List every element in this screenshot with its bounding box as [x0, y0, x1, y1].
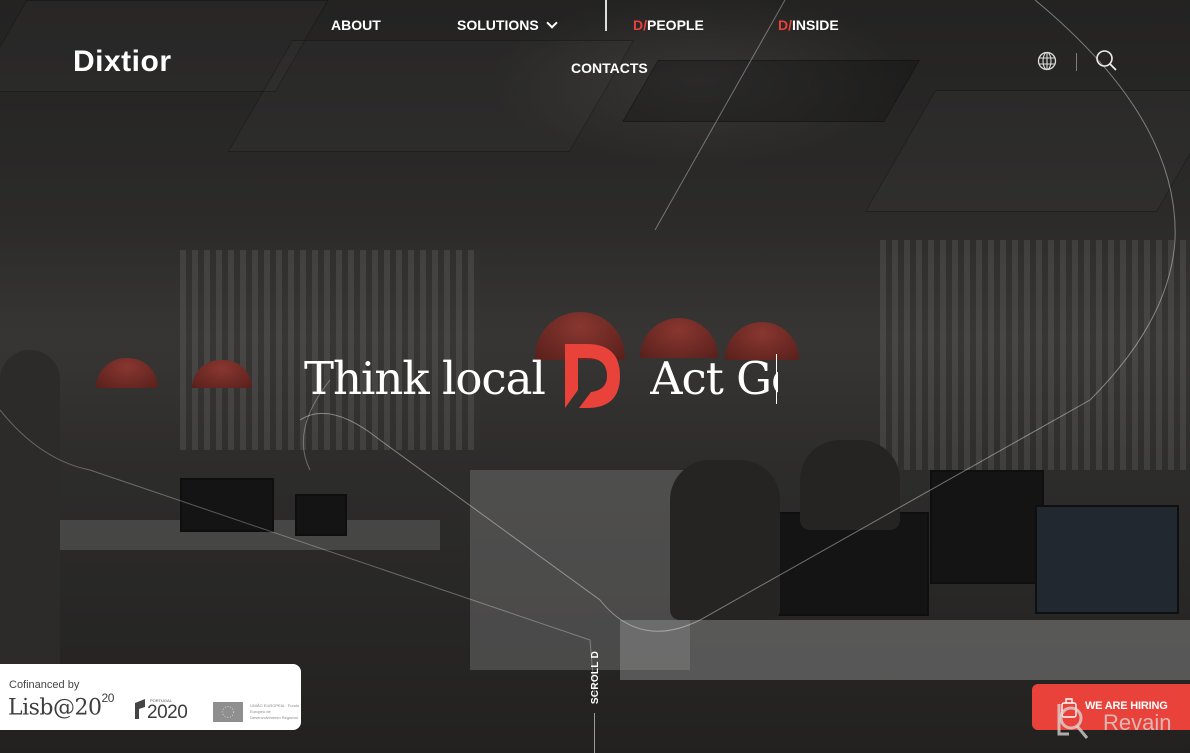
search-button[interactable] — [1095, 49, 1119, 78]
tagline-left: Think local — [304, 352, 546, 405]
lisboa2020-logo: Lisb@2020 — [8, 691, 114, 721]
dixtior-logo[interactable]: Dixtior — [73, 45, 172, 79]
revain-text: Revain — [1103, 710, 1172, 735]
nav-d-inside[interactable]: D/INSIDE — [778, 17, 839, 33]
search-icon — [1096, 50, 1117, 71]
nav-about-label: ABOUT — [331, 17, 381, 33]
nav-prefix: D/ — [778, 17, 792, 33]
nav-inside-label: INSIDE — [792, 17, 839, 33]
cofinanced-label: Cofinanced by — [9, 679, 80, 691]
chevron-down-icon — [546, 17, 558, 29]
nav-solutions-label: SOLUTIONS — [457, 17, 539, 33]
nav-contacts[interactable]: CONTACTS — [571, 60, 648, 76]
typing-cursor — [776, 354, 777, 404]
nav-about[interactable]: ABOUT — [331, 17, 381, 33]
cofinanced-banner: Cofinanced by Lisb@2020 PORTUGAL 2020 UN… — [0, 664, 301, 730]
tagline-right-typing: Act Go — [650, 352, 778, 405]
portugal2020-logo: PORTUGAL 2020 — [133, 698, 188, 724]
eu-text: UNIÃO EUROPEIA · Fundo Europeu de Desenv… — [250, 703, 300, 720]
scroll-indicator[interactable]: SCROLL D — [586, 651, 602, 705]
scroll-label: SCROLL D — [590, 650, 602, 705]
lisboa-logo-suffix: 20 — [101, 691, 115, 705]
hero-tagline: Think local Act Go — [0, 344, 1190, 418]
d-logo-mark-icon — [565, 344, 620, 408]
nav-prefix: D/ — [633, 17, 647, 33]
globe-icon — [1037, 51, 1057, 71]
icon-separator — [1076, 53, 1077, 71]
revain-watermark: Revain — [1055, 700, 1171, 746]
nav-divider — [605, 0, 607, 31]
nav-contacts-label: CONTACTS — [571, 60, 648, 76]
revain-logo-icon — [1057, 704, 1089, 739]
portugal2020-mark-icon — [135, 699, 145, 719]
nav-d-people[interactable]: D/PEOPLE — [633, 17, 704, 33]
language-button[interactable] — [1037, 51, 1057, 76]
eu-flag-icon — [213, 702, 243, 722]
lisboa-logo-text: Lisb@20 — [8, 695, 102, 721]
portugal2020-number: 2020 — [147, 702, 188, 723]
nav-people-label: PEOPLE — [647, 17, 704, 33]
scroll-line — [594, 713, 595, 753]
nav-solutions[interactable]: SOLUTIONS — [457, 17, 558, 33]
